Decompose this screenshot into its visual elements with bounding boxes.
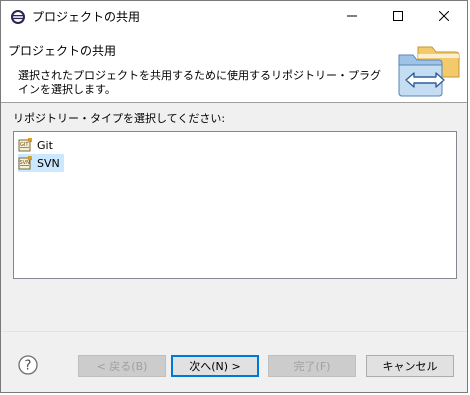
help-icon[interactable]: ?	[18, 355, 38, 375]
close-button[interactable]	[421, 1, 467, 33]
close-icon	[438, 10, 450, 24]
minimize-button[interactable]	[329, 1, 375, 33]
wizard-content: リポジトリー・タイプを選択してください: GIT Git SVN SVN	[1, 103, 467, 331]
list-item-svn[interactable]: SVN SVN	[18, 154, 64, 172]
banner-description: 選択されたプロジェクトを共用するために使用するリポジトリー・プラグインを選択しま…	[18, 69, 381, 96]
share-project-dialog: プロジェクトの共用 プロジェクトの共用 選択されたプロジェクトを共用するために使…	[0, 0, 468, 393]
finish-button[interactable]: 完了(F)	[268, 355, 356, 377]
list-item-label: SVN	[37, 156, 60, 170]
git-repo-icon: GIT	[18, 137, 34, 153]
cancel-button[interactable]: キャンセル	[366, 355, 454, 377]
maximize-button[interactable]	[375, 1, 421, 33]
banner-title: プロジェクトの共用	[8, 44, 117, 58]
list-item-git[interactable]: GIT Git	[18, 136, 57, 154]
repository-type-list[interactable]: GIT Git SVN SVN	[13, 131, 457, 279]
window-title: プロジェクトの共用	[32, 10, 141, 24]
footer-separator	[1, 331, 467, 332]
title-bar: プロジェクトの共用	[1, 1, 467, 33]
next-button[interactable]: 次へ(N) >	[171, 355, 259, 377]
list-item-label: Git	[37, 138, 53, 152]
eclipse-app-icon	[10, 9, 26, 25]
maximize-icon	[393, 10, 403, 24]
minimize-icon	[347, 10, 357, 24]
back-button[interactable]: < 戻る(B)	[78, 355, 166, 377]
wizard-banner: プロジェクトの共用 選択されたプロジェクトを共用するために使用するリポジトリー・…	[1, 33, 467, 103]
svg-text:?: ?	[25, 359, 32, 374]
share-folders-icon	[396, 43, 462, 99]
svn-repo-icon: SVN	[18, 155, 34, 171]
repository-type-label: リポジトリー・タイプを選択してください:	[13, 112, 226, 125]
